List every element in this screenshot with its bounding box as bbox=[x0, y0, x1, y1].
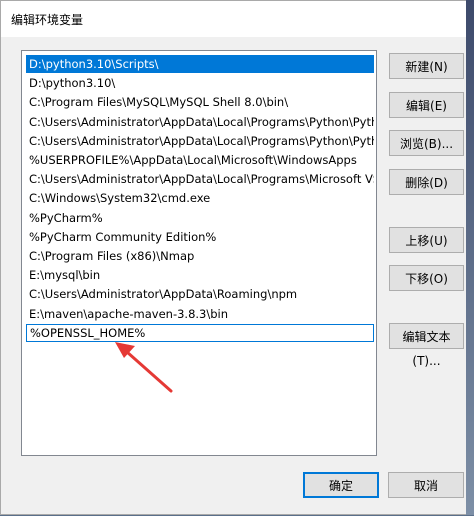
browse-button[interactable]: 浏览(B)... bbox=[389, 130, 464, 156]
path-list-item[interactable]: E:\maven\apache-maven-3.8.3\bin bbox=[26, 305, 374, 323]
edit-env-variable-dialog: 编辑环境变量 D:\python3.10\Scripts\ D:\python3.… bbox=[0, 0, 474, 515]
title-bar: 编辑环境变量 bbox=[1, 1, 473, 37]
path-list-item[interactable]: C:\Program Files (x86)\Nmap bbox=[26, 247, 374, 265]
path-list-item[interactable]: D:\python3.10\Scripts\ bbox=[26, 55, 374, 73]
edit-text-button[interactable]: 编辑文本(T)... bbox=[389, 323, 464, 368]
window-title: 编辑环境变量 bbox=[11, 13, 84, 27]
path-list-item[interactable]: %OPENSSL_HOME% bbox=[26, 324, 374, 342]
delete-button[interactable]: 删除(D) bbox=[389, 169, 464, 195]
new-button[interactable]: 新建(N) bbox=[389, 53, 464, 79]
path-list-item[interactable]: D:\python3.10\ bbox=[26, 74, 374, 92]
desktop-background bbox=[466, 0, 474, 515]
path-list-item[interactable]: C:\Program Files\MySQL\MySQL Shell 8.0\b… bbox=[26, 93, 374, 111]
path-list-item[interactable]: %USERPROFILE%\AppData\Local\Microsoft\Wi… bbox=[26, 151, 374, 169]
path-list-item[interactable]: C:\Users\Administrator\AppData\Local\Pro… bbox=[26, 113, 374, 131]
move-down-button[interactable]: 下移(O) bbox=[389, 265, 464, 291]
path-list-item[interactable]: C:\Users\Administrator\AppData\Local\Pro… bbox=[26, 132, 374, 150]
edit-button[interactable]: 编辑(E) bbox=[389, 92, 464, 118]
path-list-item[interactable]: E:\mysql\bin bbox=[26, 266, 374, 284]
move-up-button[interactable]: 上移(U) bbox=[389, 227, 464, 253]
path-list-item[interactable]: %PyCharm Community Edition% bbox=[26, 228, 374, 246]
path-list-item[interactable]: %PyCharm% bbox=[26, 209, 374, 227]
ok-button[interactable]: 确定 bbox=[303, 472, 379, 498]
path-list-item[interactable]: C:\Users\Administrator\AppData\Roaming\n… bbox=[26, 285, 374, 303]
path-list[interactable]: D:\python3.10\Scripts\ D:\python3.10\ C:\P… bbox=[21, 50, 377, 456]
path-list-item[interactable]: C:\Users\Administrator\AppData\Local\Pro… bbox=[26, 170, 374, 188]
path-list-item[interactable]: C:\Windows\System32\cmd.exe bbox=[26, 189, 374, 207]
cancel-button[interactable]: 取消 bbox=[388, 472, 464, 498]
